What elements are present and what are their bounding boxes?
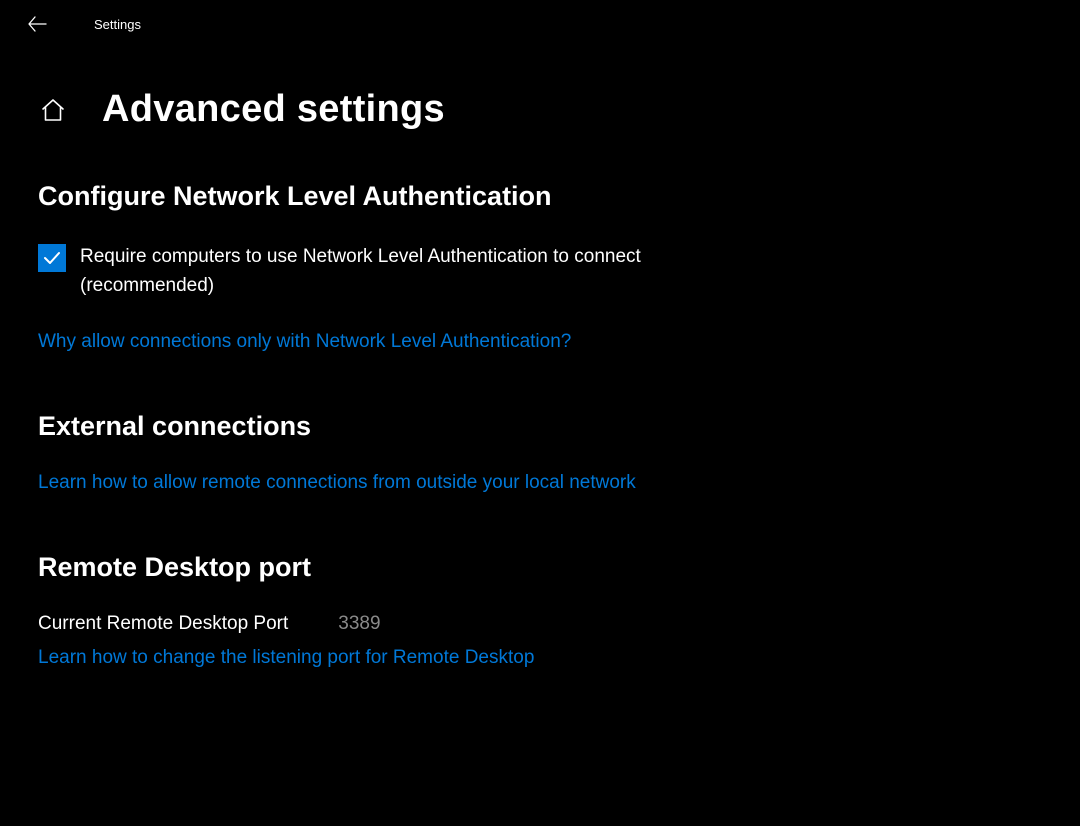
nla-checkbox-label: Require computers to use Network Level A…: [80, 242, 720, 301]
content-area: Advanced settings Configure Network Leve…: [0, 48, 1080, 669]
nla-checkbox[interactable]: [38, 244, 66, 272]
back-button[interactable]: [22, 9, 52, 39]
section-port-title: Remote Desktop port: [38, 552, 1040, 583]
section-external-title: External connections: [38, 411, 1040, 442]
section-nla-title: Configure Network Level Authentication: [38, 181, 1040, 212]
back-arrow-icon: [27, 14, 47, 34]
section-external: External connections Learn how to allow …: [38, 411, 1040, 494]
window-title: Settings: [94, 17, 141, 32]
section-port: Remote Desktop port Current Remote Deskt…: [38, 552, 1040, 669]
port-current-value: 3389: [338, 613, 380, 635]
home-icon: [40, 97, 66, 123]
port-help-link[interactable]: Learn how to change the listening port f…: [38, 647, 534, 669]
section-nla: Configure Network Level Authentication R…: [38, 181, 1040, 353]
title-bar: Settings: [0, 0, 1080, 48]
page-header: Advanced settings: [38, 88, 1040, 131]
port-current-label: Current Remote Desktop Port: [38, 613, 288, 635]
checkmark-icon: [41, 247, 63, 269]
nla-checkbox-row: Require computers to use Network Level A…: [38, 242, 1040, 301]
page-title: Advanced settings: [102, 88, 445, 131]
home-button[interactable]: [38, 95, 68, 125]
port-current-row: Current Remote Desktop Port 3389: [38, 613, 1040, 635]
nla-help-link[interactable]: Why allow connections only with Network …: [38, 331, 571, 353]
external-help-link[interactable]: Learn how to allow remote connections fr…: [38, 472, 636, 494]
